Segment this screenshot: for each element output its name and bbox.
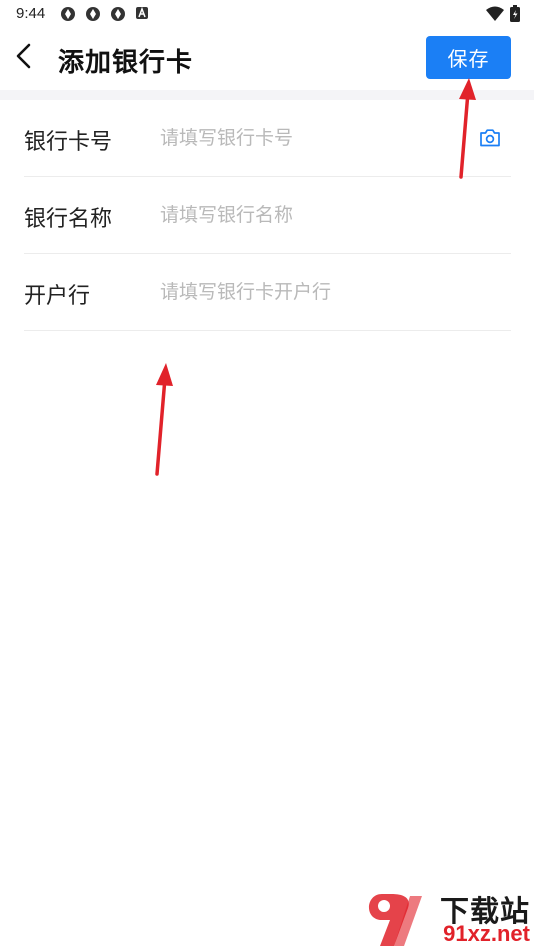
watermark: 下载站 91xz.net [360,888,534,950]
header: 添加银行卡 保存 [0,28,534,90]
bank-name-input[interactable] [160,197,460,233]
bank-name-row: 银行名称 [24,177,511,254]
font-icon [135,6,149,22]
card-number-row: 银行卡号 [24,100,511,177]
aperture-icon [85,6,101,22]
watermark-site: 91xz.net [443,921,530,946]
watermark-logo-icon [368,894,422,946]
page-title: 添加银行卡 [58,48,194,78]
status-time: 9:44 [16,5,46,22]
bank-branch-label: 开户行 [24,284,91,309]
card-number-label: 银行卡号 [24,130,113,155]
save-button[interactable]: 保存 [426,36,511,79]
back-button[interactable] [6,40,42,76]
add-bank-card-screen: 9:44 添加银行卡 保存 银行卡号 请填写银行卡号 银行名称 请填写银行名称 … [0,0,534,950]
notification-icons [60,6,149,22]
header-divider [0,90,534,100]
bank-name-label: 银行名称 [24,207,113,232]
camera-icon[interactable] [479,128,501,148]
aperture-icon [110,6,126,22]
status-bar: 9:44 [0,0,534,28]
aperture-icon [60,6,76,22]
bank-branch-row: 开户行 [24,254,511,331]
bank-branch-input[interactable] [160,274,460,310]
chevron-left-icon [14,42,34,74]
card-number-input[interactable] [160,120,460,156]
status-right-icons [486,5,520,26]
bank-card-form: 银行卡号 银行名称 开户行 [24,100,511,331]
arrow-to-form [155,363,173,476]
battery-icon [510,5,520,26]
wifi-icon [486,6,504,26]
